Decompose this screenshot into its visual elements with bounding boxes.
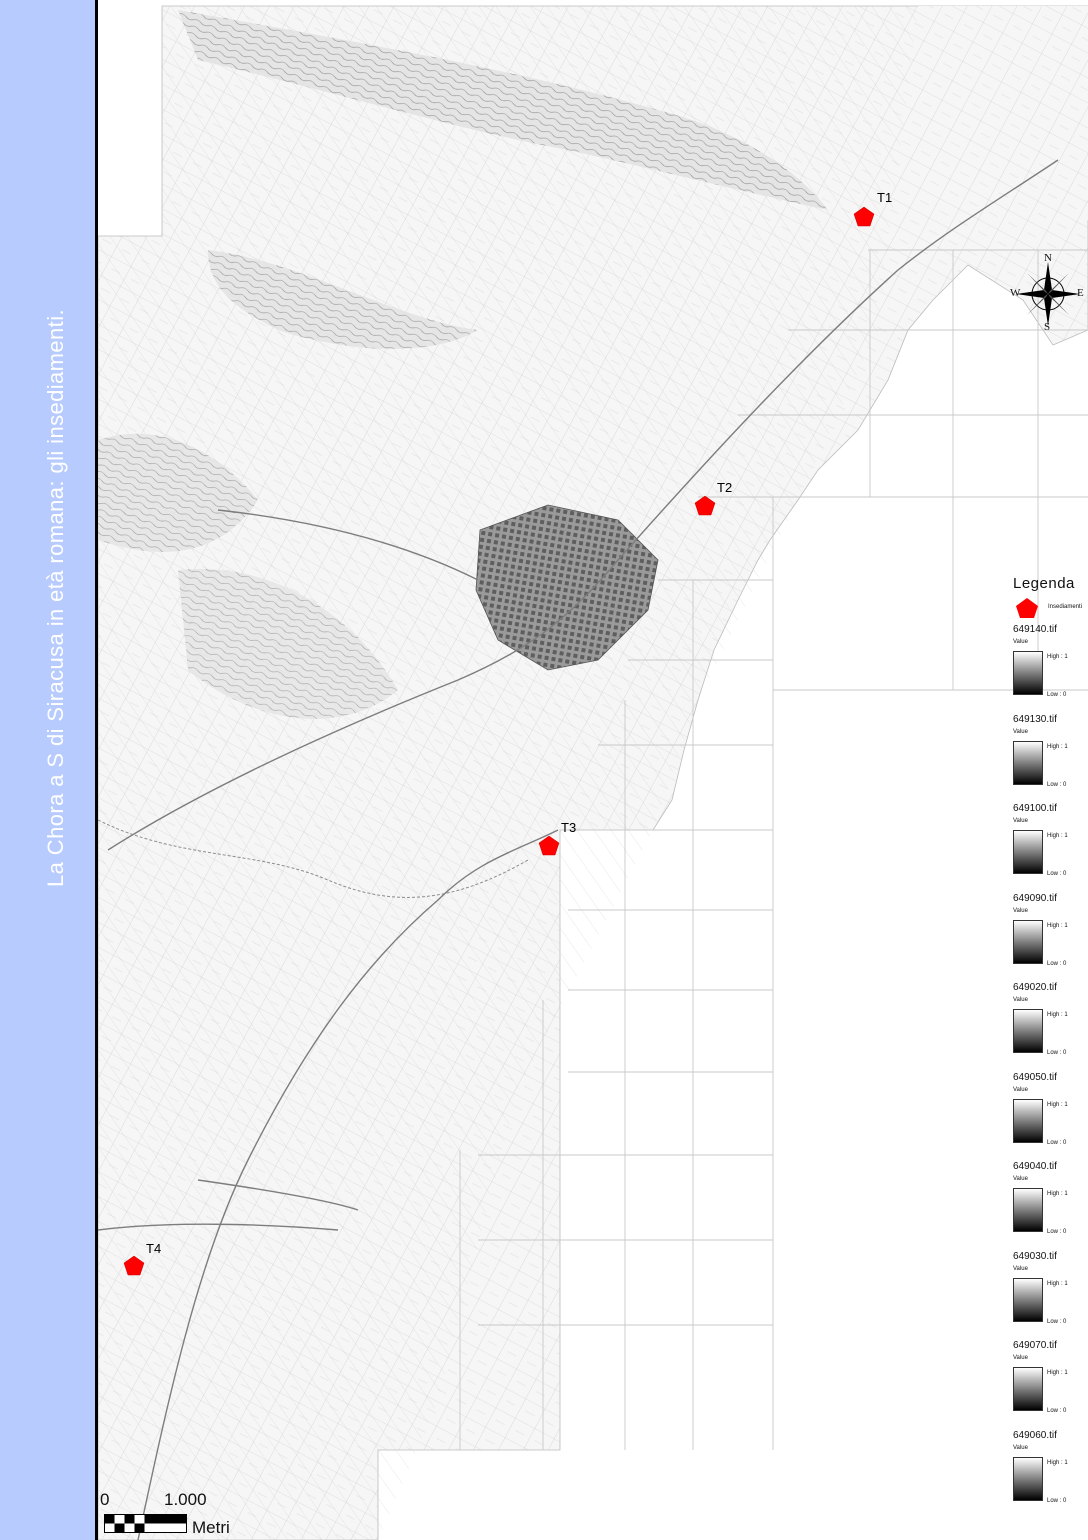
legend-low-label: Low : 0 bbox=[1047, 1139, 1067, 1146]
legend-raster-item: 649090.tif Value High : 1 Low : 0 bbox=[1010, 893, 1088, 983]
legend-high-label: High : 1 bbox=[1047, 922, 1068, 929]
legend-high-label: High : 1 bbox=[1047, 1012, 1068, 1018]
legend-low-label: Low : 0 bbox=[1047, 1229, 1067, 1235]
legend-grayscale-ramp bbox=[1013, 1188, 1043, 1232]
legend-grayscale-ramp bbox=[1013, 1367, 1043, 1411]
legend: Legenda Insediamenti 649140.tif Value High… bbox=[1010, 575, 1088, 1519]
legend-value-label: Value bbox=[1013, 1176, 1028, 1182]
legend-high-label: High : 1 bbox=[1047, 1459, 1068, 1466]
legend-raster-name: 649030.tif bbox=[1013, 1250, 1057, 1262]
legend-value-label: Value bbox=[1013, 1444, 1028, 1451]
legend-high-label: High : 1 bbox=[1047, 1191, 1068, 1197]
legend-value-label: Value bbox=[1013, 997, 1028, 1003]
legend-symbol-row: Insediamenti bbox=[1010, 592, 1088, 624]
legend-raster-name: 649050.tif bbox=[1013, 1071, 1057, 1083]
legend-grayscale-ramp bbox=[1013, 651, 1043, 695]
legend-grayscale-ramp bbox=[1013, 1098, 1043, 1143]
legend-raster-name: 649070.tif bbox=[1013, 1340, 1057, 1351]
legend-value-label: Value bbox=[1013, 1355, 1028, 1361]
legend-grayscale-ramp bbox=[1013, 1009, 1043, 1053]
marker-label-t2: T2 bbox=[717, 480, 733, 495]
scale-zero-label: 0 bbox=[100, 1490, 110, 1509]
legend-value-label: Value bbox=[1013, 728, 1028, 735]
map-title: La Chora a S di Siracusa in età romana: … bbox=[43, 309, 68, 887]
legend-raster-name: 649130.tif bbox=[1013, 713, 1057, 725]
legend-high-label: High : 1 bbox=[1047, 1280, 1068, 1287]
compass-north: N bbox=[1044, 252, 1052, 264]
compass-rose: N S W E bbox=[1010, 252, 1088, 334]
legend-grayscale-ramp bbox=[1013, 740, 1043, 785]
legend-high-label: High : 1 bbox=[1047, 1370, 1068, 1376]
legend-raster-item: 649100.tif Value High : 1 Low : 0 bbox=[1010, 803, 1088, 893]
legend-title: Legenda bbox=[1013, 575, 1075, 592]
legend-low-label: Low : 0 bbox=[1047, 1497, 1067, 1504]
scale-unit-label: Metri bbox=[192, 1518, 230, 1537]
legend-high-label: High : 1 bbox=[1047, 654, 1068, 660]
legend-grayscale-ramp bbox=[1013, 1277, 1043, 1322]
compass-east: E bbox=[1077, 287, 1084, 299]
marker-label-t3: T3 bbox=[561, 820, 577, 835]
legend-low-label: Low : 0 bbox=[1047, 1408, 1067, 1414]
legend-grayscale-ramp bbox=[1013, 919, 1043, 964]
legend-value-label: Value bbox=[1013, 818, 1028, 824]
scale-max-label: 1.000 bbox=[164, 1490, 207, 1509]
legend-low-label: Low : 0 bbox=[1047, 960, 1067, 967]
legend-low-label: Low : 0 bbox=[1047, 781, 1067, 788]
legend-raster-item: 649020.tif Value High : 1 Low : 0 bbox=[1010, 982, 1088, 1072]
legend-raster-name: 649100.tif bbox=[1013, 803, 1057, 814]
legend-raster-item: 649030.tif Value High : 1 Low : 0 bbox=[1010, 1251, 1088, 1341]
legend-raster-item: 649140.tif Value High : 1 Low : 0 bbox=[1010, 624, 1088, 714]
compass-west: W bbox=[1010, 287, 1021, 299]
legend-value-label: Value bbox=[1013, 1265, 1028, 1272]
legend-raster-name: 649140.tif bbox=[1013, 624, 1057, 635]
legend-high-label: High : 1 bbox=[1047, 1101, 1068, 1108]
legend-low-label: Low : 0 bbox=[1047, 1318, 1067, 1325]
legend-raster-name: 649060.tif bbox=[1013, 1429, 1057, 1441]
legend-high-label: High : 1 bbox=[1047, 833, 1068, 839]
legend-low-label: Low : 0 bbox=[1047, 871, 1067, 877]
map-canvas: T1 T2 T3 T4 bbox=[98, 0, 1088, 1540]
legend-raster-name: 649020.tif bbox=[1013, 982, 1057, 993]
legend-raster-item: 649040.tif Value High : 1 Low : 0 bbox=[1010, 1161, 1088, 1251]
legend-raster-list: 649140.tif Value High : 1 Low : 0 649130.tif… bbox=[1010, 624, 1088, 1519]
legend-high-label: High : 1 bbox=[1047, 743, 1068, 750]
topographic-map bbox=[98, 5, 1088, 1540]
legend-raster-item: 649060.tif Value High : 1 Low : 0 bbox=[1010, 1430, 1088, 1520]
marker-label-t4: T4 bbox=[146, 1241, 162, 1256]
legend-raster-item: 649070.tif Value High : 1 Low : 0 bbox=[1010, 1340, 1088, 1430]
scale-bar: 0 1.000 Metri bbox=[98, 1488, 298, 1538]
scale-bar-graphic bbox=[104, 1514, 187, 1533]
legend-symbol-label: Insediamenti bbox=[1048, 604, 1083, 610]
legend-grayscale-ramp bbox=[1013, 830, 1043, 874]
legend-raster-name: 649040.tif bbox=[1013, 1161, 1057, 1172]
pentagon-icon bbox=[1016, 598, 1038, 618]
legend-raster-item: 649130.tif Value High : 1 Low : 0 bbox=[1010, 714, 1088, 804]
legend-raster-item: 649050.tif Value High : 1 Low : 0 bbox=[1010, 1072, 1088, 1162]
compass-south: S bbox=[1044, 321, 1051, 333]
legend-value-label: Value bbox=[1013, 907, 1028, 914]
marker-label-t1: T1 bbox=[877, 190, 893, 205]
legend-raster-name: 649090.tif bbox=[1013, 892, 1057, 904]
legend-low-label: Low : 0 bbox=[1047, 692, 1067, 698]
legend-value-label: Value bbox=[1013, 1086, 1028, 1093]
legend-value-label: Value bbox=[1013, 639, 1028, 645]
legend-low-label: Low : 0 bbox=[1047, 1050, 1067, 1056]
legend-grayscale-ramp bbox=[1013, 1456, 1043, 1501]
